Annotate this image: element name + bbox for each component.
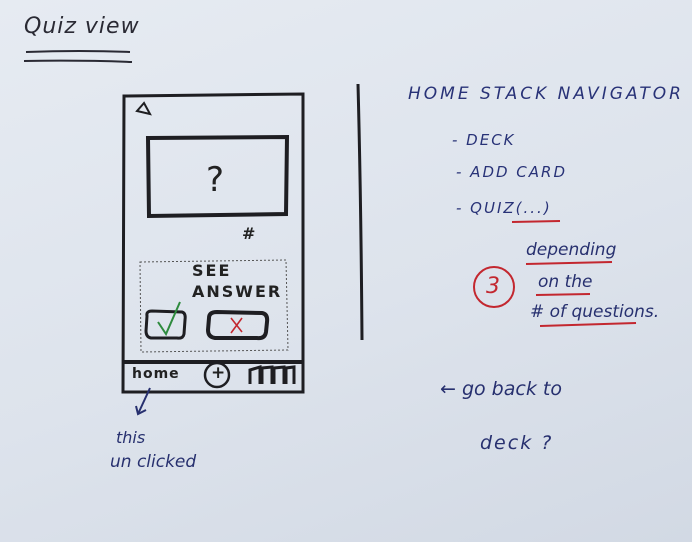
column-divider <box>356 83 364 341</box>
note-line-3: # of questions. <box>530 302 660 322</box>
check-icon <box>157 301 181 337</box>
sketch-lines <box>23 50 637 416</box>
go-back-note-line2: deck ? <box>480 432 554 454</box>
questions-underline <box>539 322 637 327</box>
title-underline-2 <box>23 59 133 63</box>
whiteboard: Quiz view ? # SEE ANSWER home + this un … <box>0 0 692 542</box>
depending-underline <box>525 261 613 265</box>
go-back-note-line1: ← go back to <box>440 378 562 400</box>
annotation-line2: un clicked <box>110 452 197 472</box>
note-line-2: on the <box>538 272 593 292</box>
navigator-item-add-card: - ADD CARD <box>456 163 568 181</box>
deck-stack-icon <box>248 364 296 384</box>
note-line-1: depending <box>526 240 617 260</box>
question-mark: ? <box>206 160 227 200</box>
back-arrow-icon <box>135 101 152 116</box>
onthe-underline <box>535 293 591 296</box>
note-number: 3 <box>486 274 500 299</box>
annotation-line1: this <box>116 428 146 447</box>
see-answer-line1[interactable]: SEE <box>192 261 231 280</box>
tab-home[interactable]: home <box>132 366 180 382</box>
navigator-header: HOME STACK NAVIGATOR <box>408 84 684 104</box>
quiz-underline <box>511 220 561 223</box>
x-icon <box>230 317 243 334</box>
navigator-item-quiz: - QUIZ(...) <box>456 199 552 217</box>
page-title: Quiz view <box>24 14 140 39</box>
navigator-item-deck: - DECK <box>452 131 516 149</box>
see-answer-line2[interactable]: ANSWER <box>192 282 282 301</box>
title-underline <box>25 50 131 53</box>
card-counter-hash: # <box>242 224 258 243</box>
tab-add[interactable]: + <box>211 363 227 383</box>
